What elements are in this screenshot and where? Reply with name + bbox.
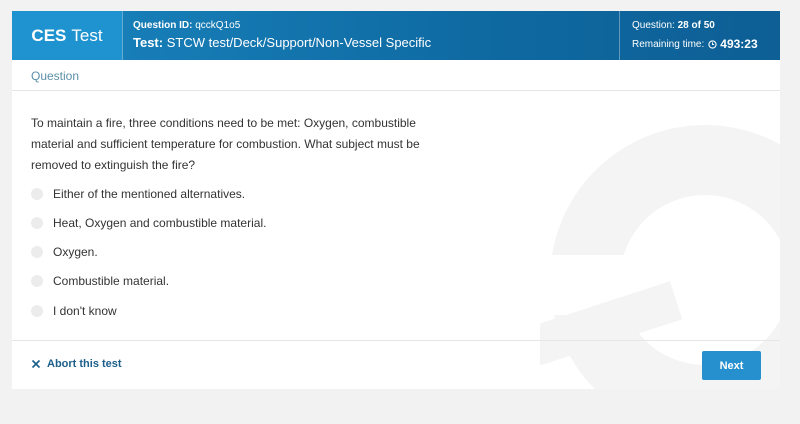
answer-option-label: Combustible material. [53, 274, 170, 288]
question-info: Question ID: qcckQ1o5 Test: STCW test/De… [122, 11, 619, 60]
radio-button[interactable] [31, 246, 43, 258]
answer-option-label: Oxygen. [53, 245, 98, 259]
brand-bold: CES [31, 25, 67, 45]
answer-option-label: Heat, Oxygen and combustible material. [53, 216, 267, 230]
answer-option-label: Either of the mentioned alternatives. [53, 187, 246, 201]
question-count: Question: 28 of 50 [632, 20, 715, 31]
footer-divider [12, 340, 780, 341]
question-text: To maintain a fire, three conditions nee… [31, 116, 420, 172]
question-id: Question ID: qcckQ1o5 [133, 20, 240, 31]
test-path: Test: STCW test/Deck/Support/Non-Vessel … [133, 35, 431, 50]
question-id-value: qcckQ1o5 [195, 20, 241, 31]
card-title: Question [31, 69, 80, 83]
radio-button[interactable] [31, 305, 43, 317]
test-header: CES Test Question ID: qcckQ1o5 Test: STC… [12, 11, 780, 60]
brand-logo: CES Test [12, 11, 122, 60]
answer-option[interactable]: Either of the mentioned alternatives. [31, 185, 245, 203]
radio-button[interactable] [31, 217, 43, 229]
abort-label: Abort this test [47, 358, 122, 370]
remaining-value: 493:23 [720, 37, 758, 51]
test-label: Test: [133, 35, 164, 50]
brand-light: Test [71, 25, 103, 45]
question-count-label: Question: [632, 20, 675, 31]
test-value: STCW test/Deck/Support/Non-Vessel Specif… [166, 35, 432, 50]
answer-option[interactable]: Combustible material. [31, 272, 169, 290]
clock-icon [708, 39, 717, 49]
abort-test-link[interactable]: Abort this test [31, 358, 122, 370]
answer-option[interactable]: I don't know [31, 302, 117, 320]
question-id-label: Question ID: [133, 20, 193, 31]
card-header: Question [12, 60, 780, 91]
watermark-icon [540, 125, 780, 389]
answer-option[interactable]: Heat, Oxygen and combustible material. [31, 214, 266, 232]
next-button[interactable]: Next [702, 351, 761, 380]
close-icon [31, 359, 41, 369]
question-count-value: 28 of 50 [677, 20, 715, 31]
answer-option[interactable]: Oxygen. [31, 243, 98, 261]
radio-button[interactable] [31, 275, 43, 287]
radio-button[interactable] [31, 188, 43, 200]
remaining-time: Remaining time: 493:23 [632, 37, 758, 51]
progress-timer: Question: 28 of 50 Remaining time: 493:2… [619, 11, 780, 60]
answer-option-label: I don't know [53, 304, 117, 318]
remaining-label: Remaining time: [632, 38, 705, 50]
question-card: Question To maintain a fire, three condi… [12, 60, 780, 389]
